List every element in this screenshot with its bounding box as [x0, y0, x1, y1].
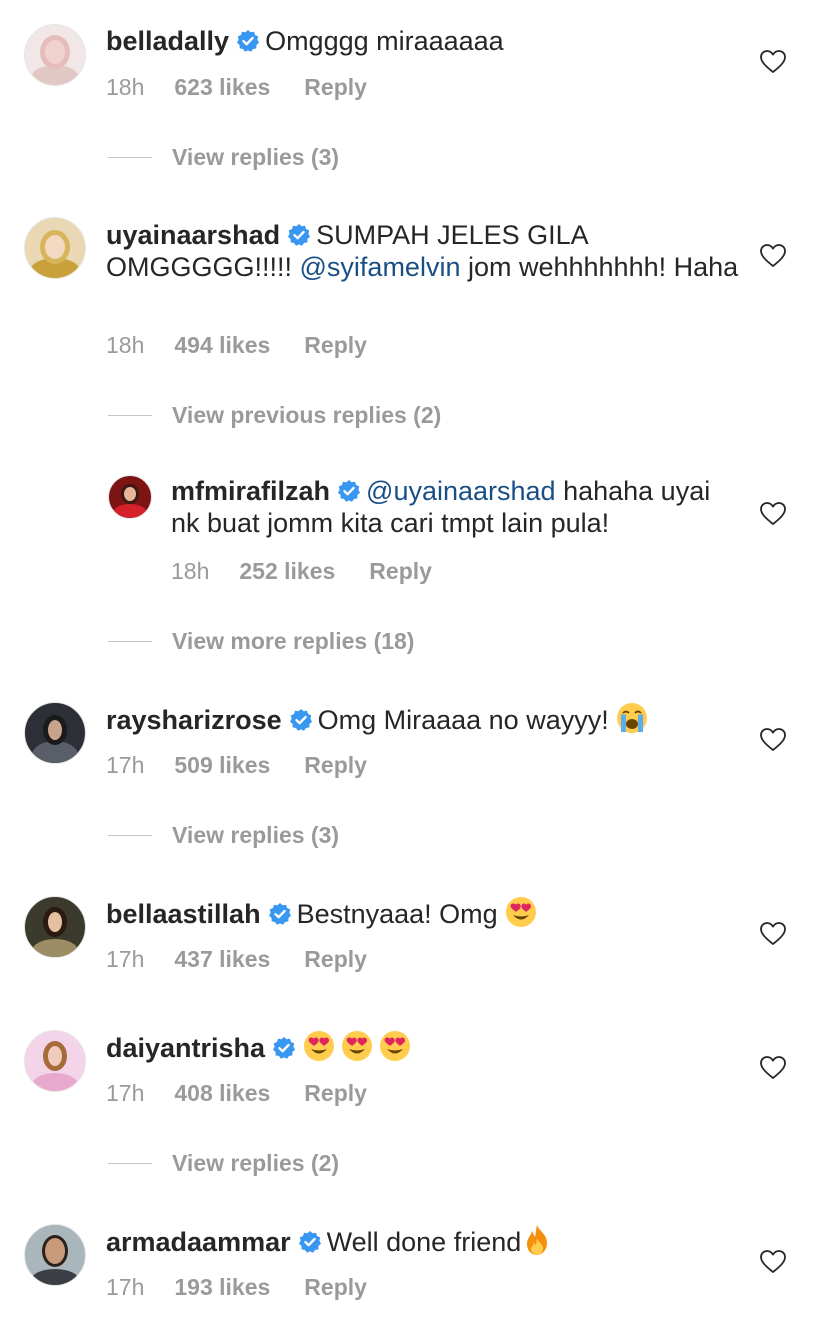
comment-text: daiyantrisha: [106, 1030, 746, 1064]
reply-button[interactable]: Reply: [304, 332, 367, 358]
username[interactable]: uyainaarshad: [106, 220, 280, 250]
avatar[interactable]: [24, 1030, 86, 1092]
heart-icon[interactable]: [760, 1056, 786, 1080]
comment-meta: 18h 494 likes Reply: [106, 332, 367, 359]
timestamp: 18h: [106, 332, 145, 358]
timestamp: 18h: [106, 74, 145, 100]
reply-button[interactable]: Reply: [304, 752, 367, 778]
heart-eyes-icon: [304, 1031, 335, 1061]
view-replies-label: View replies (2): [172, 1150, 340, 1176]
view-replies-label: View replies (3): [172, 144, 340, 170]
comment-text: raysharizrose Omg Miraaaa no wayyy!: [106, 702, 746, 736]
reply-button[interactable]: Reply: [304, 1274, 367, 1300]
view-replies-label: View previous replies (2): [172, 402, 442, 428]
divider-line: [108, 156, 152, 159]
username[interactable]: daiyantrisha: [106, 1033, 265, 1063]
heart-eyes-icon: [380, 1031, 411, 1061]
avatar[interactable]: [24, 1224, 86, 1286]
verified-badge-icon: [273, 1037, 296, 1059]
comment-meta: 17h 437 likes Reply: [106, 946, 367, 973]
timestamp: 17h: [106, 946, 145, 972]
comment-meta: 18h 252 likes Reply: [171, 558, 432, 585]
comment-text: mfmirafilzah @uyainaarshad hahaha uyai nk…: [171, 475, 731, 539]
username[interactable]: mfmirafilzah: [171, 476, 330, 506]
reply-button[interactable]: Reply: [369, 558, 432, 584]
view-replies-link[interactable]: View replies (3): [108, 144, 339, 174]
likes-count[interactable]: 437 likes: [174, 946, 270, 972]
mention-link[interactable]: @syifamelvin: [300, 252, 461, 282]
verified-badge-icon: [338, 480, 361, 502]
comment-meta: 17h 509 likes Reply: [106, 752, 367, 779]
comment-text: bellaastillah Bestnyaaa! Omg: [106, 896, 746, 930]
comment-body: Well done friend: [326, 1227, 522, 1257]
heart-eyes-icon: [506, 897, 537, 927]
divider-line: [108, 640, 152, 643]
comment-meta: 17h 408 likes Reply: [106, 1080, 367, 1107]
comment-body: Omg Miraaaa no wayyy!: [317, 705, 617, 735]
divider-line: [108, 414, 152, 417]
likes-count[interactable]: 509 likes: [174, 752, 270, 778]
view-previous-replies-link[interactable]: View previous replies (2): [108, 402, 441, 432]
avatar[interactable]: [24, 24, 86, 86]
verified-badge-icon: [298, 1231, 321, 1253]
heart-icon[interactable]: [760, 922, 786, 946]
timestamp: 17h: [106, 752, 145, 778]
comment-body: Omgggg miraaaaaa: [265, 26, 504, 56]
username[interactable]: armadaammar: [106, 1227, 291, 1257]
divider-line: [108, 1162, 152, 1165]
avatar[interactable]: [108, 475, 152, 519]
username[interactable]: bellaastillah: [106, 899, 261, 929]
comment-meta: 18h 623 likes Reply: [106, 74, 367, 101]
heart-icon[interactable]: [760, 50, 786, 74]
heart-icon[interactable]: [760, 502, 786, 526]
verified-badge-icon: [268, 903, 291, 925]
divider-line: [108, 834, 152, 837]
username[interactable]: belladally: [106, 26, 229, 56]
view-more-replies-link[interactable]: View more replies (18): [108, 628, 414, 658]
likes-count[interactable]: 193 likes: [174, 1274, 270, 1300]
crying-face-icon: [616, 702, 649, 734]
mention-link[interactable]: @uyainaarshad: [366, 476, 556, 506]
avatar[interactable]: [24, 702, 86, 764]
view-replies-link[interactable]: View replies (3): [108, 822, 339, 852]
view-replies-label: View more replies (18): [172, 628, 415, 654]
likes-count[interactable]: 623 likes: [174, 74, 270, 100]
comment-text: uyainaarshad SUMPAH JELES GILA OMGGGGG!!!…: [106, 219, 746, 283]
timestamp: 18h: [171, 558, 210, 584]
heart-icon[interactable]: [760, 728, 786, 752]
view-replies-link[interactable]: View replies (2): [108, 1150, 339, 1180]
verified-badge-icon: [289, 709, 312, 731]
likes-count[interactable]: 252 likes: [239, 558, 335, 584]
comment-body: Bestnyaaa! Omg: [296, 899, 506, 929]
reply-button[interactable]: Reply: [304, 1080, 367, 1106]
fire-icon: [527, 1225, 548, 1255]
comment-text: armadaammar Well done friend: [106, 1224, 746, 1258]
likes-count[interactable]: 494 likes: [174, 332, 270, 358]
timestamp: 17h: [106, 1080, 145, 1106]
timestamp: 17h: [106, 1274, 145, 1300]
heart-eyes-icon: [342, 1031, 373, 1061]
reply-button[interactable]: Reply: [304, 74, 367, 100]
likes-count[interactable]: 408 likes: [174, 1080, 270, 1106]
comment-text: belladally Omgggg miraaaaaa: [106, 25, 726, 57]
verified-badge-icon: [288, 224, 311, 246]
username[interactable]: raysharizrose: [106, 705, 282, 735]
verified-badge-icon: [237, 30, 260, 52]
heart-icon[interactable]: [760, 244, 786, 268]
avatar[interactable]: [24, 217, 86, 279]
comment-body-rest: jom wehhhhhhh! Haha: [460, 252, 739, 282]
reply-button[interactable]: Reply: [304, 946, 367, 972]
comment-meta: 17h 193 likes Reply: [106, 1274, 367, 1301]
avatar[interactable]: [24, 896, 86, 958]
view-replies-label: View replies (3): [172, 822, 340, 848]
heart-icon[interactable]: [760, 1250, 786, 1274]
